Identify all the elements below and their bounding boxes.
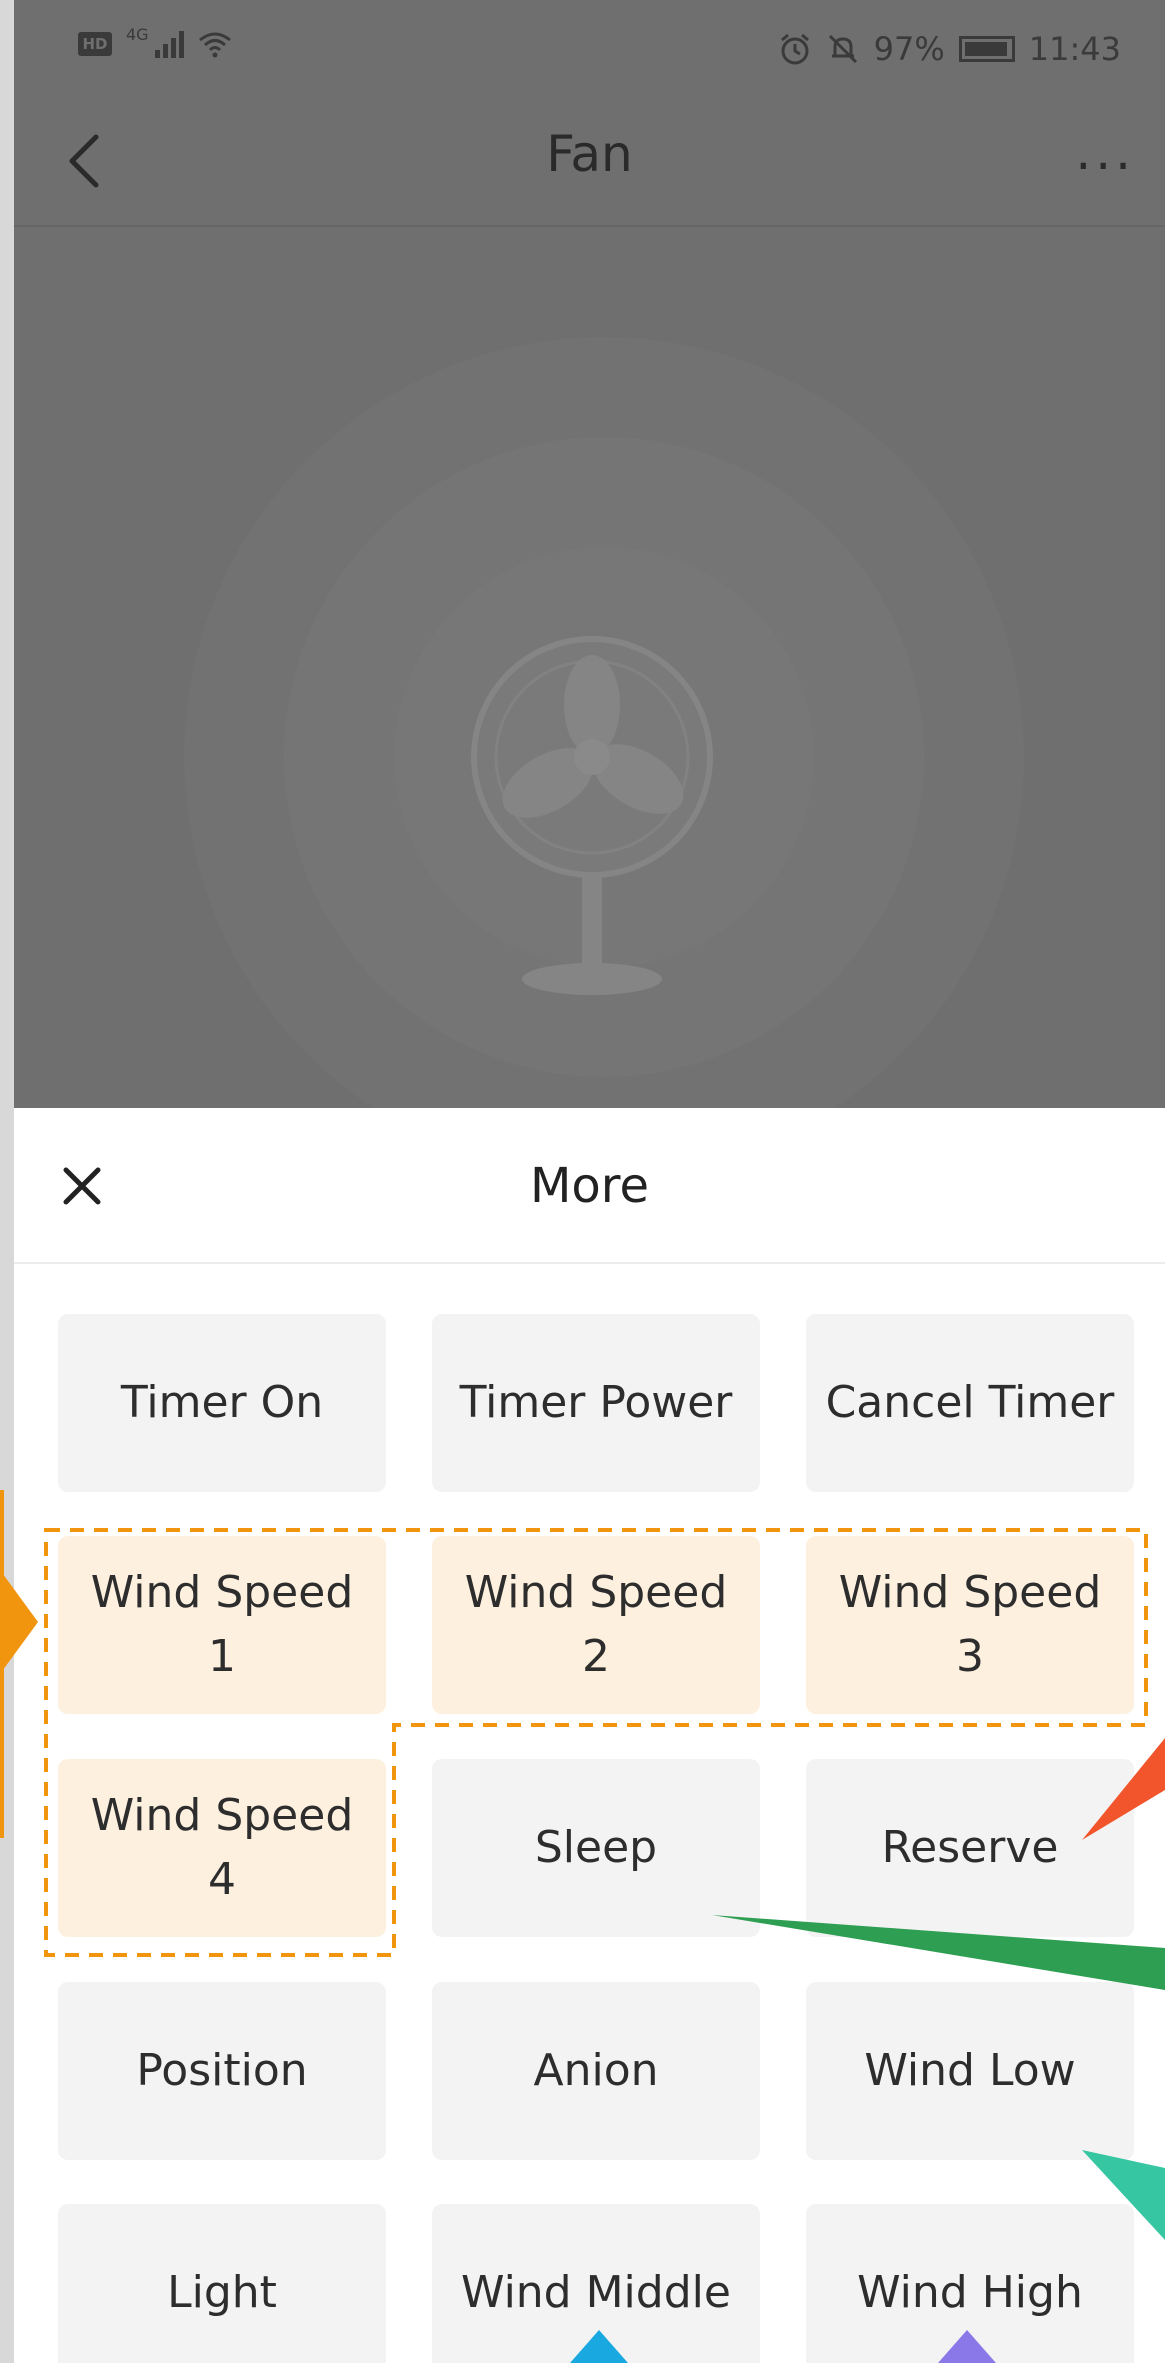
status-right: 97% 11:43 (778, 30, 1121, 68)
command-tile-label: Reserve (881, 1822, 1059, 1873)
sheet-title: More (530, 1158, 649, 1214)
command-tile-wind-speed-1[interactable]: Wind Speed 1 (58, 1536, 386, 1714)
more-options-icon[interactable]: ... (1075, 123, 1135, 181)
command-tile-label: Timer On (120, 1377, 324, 1428)
status-bar: HD 4G 97% 11:43 (14, 0, 1165, 105)
phone-screen: HD 4G 97% 11:43 Fan ... More Timer On Ti… (14, 0, 1165, 2363)
battery-percent: 97% (873, 30, 945, 68)
signal-icon (154, 30, 184, 58)
network-label: 4G (126, 24, 149, 44)
command-tile-timer-power[interactable]: Timer Power (432, 1314, 760, 1492)
command-tile-sleep[interactable]: Sleep (432, 1759, 760, 1937)
command-tile-label: Timer Power (459, 1377, 733, 1428)
command-tile-label: Anion (533, 2045, 659, 2096)
hd-icon: HD (78, 32, 112, 56)
command-tile-label: Wind Speed 4 (90, 1790, 354, 1905)
command-tile-label: Light (167, 2267, 277, 2318)
wifi-icon (198, 32, 231, 58)
alarm-icon (780, 33, 809, 65)
battery-icon (958, 36, 1015, 62)
command-tile-label: Wind Middle (461, 2267, 731, 2318)
command-tile-label: Wind Speed 2 (464, 1567, 728, 1682)
screen-edge (0, 0, 14, 2363)
dimmed-background[interactable]: HD 4G 97% 11:43 Fan ... (14, 0, 1165, 1108)
sheet-header: More (14, 1108, 1165, 1264)
command-tile-label: Wind High (857, 2267, 1083, 2318)
command-tile-anion[interactable]: Anion (432, 1982, 760, 2160)
mute-bell-icon (828, 34, 857, 64)
command-tile-wind-low[interactable]: Wind Low (806, 1982, 1134, 2160)
command-tile-wind-middle[interactable]: Wind Middle (432, 2204, 760, 2363)
nav-bar: Fan ... (14, 105, 1165, 225)
page-title: Fan (546, 125, 633, 183)
command-tile-cancel-timer[interactable]: Cancel Timer (806, 1314, 1134, 1492)
command-tile-label: Sleep (534, 1822, 658, 1873)
command-tile-wind-speed-3[interactable]: Wind Speed 3 (806, 1536, 1134, 1714)
command-tile-reserve[interactable]: Reserve (806, 1759, 1134, 1937)
command-tile-timer-on[interactable]: Timer On (58, 1314, 386, 1492)
command-tile-label: Wind Speed 3 (838, 1567, 1102, 1682)
command-tile-position[interactable]: Position (58, 1982, 386, 2160)
command-tile-label: Position (136, 2045, 308, 2096)
command-tile-wind-speed-4[interactable]: Wind Speed 4 (58, 1759, 386, 1937)
command-tile-wind-speed-2[interactable]: Wind Speed 2 (432, 1536, 760, 1714)
clock: 11:43 (1028, 30, 1121, 68)
status-left: HD 4G (78, 25, 232, 58)
command-tile-light[interactable]: Light (58, 2204, 386, 2363)
command-tile-label: Cancel Timer (825, 1377, 1115, 1428)
command-tile-label: Wind Speed 1 (90, 1567, 354, 1682)
app-screen: HD 4G 97% 11:43 Fan ... More Timer On Ti… (0, 0, 1165, 2363)
more-sheet: More Timer On Timer Power Cancel Timer Wind… (14, 1108, 1165, 2363)
command-tile-label: Wind Low (864, 2045, 1076, 2096)
command-tile-wind-high[interactable]: Wind High (806, 2204, 1134, 2363)
fan-illustration (184, 337, 1024, 1108)
